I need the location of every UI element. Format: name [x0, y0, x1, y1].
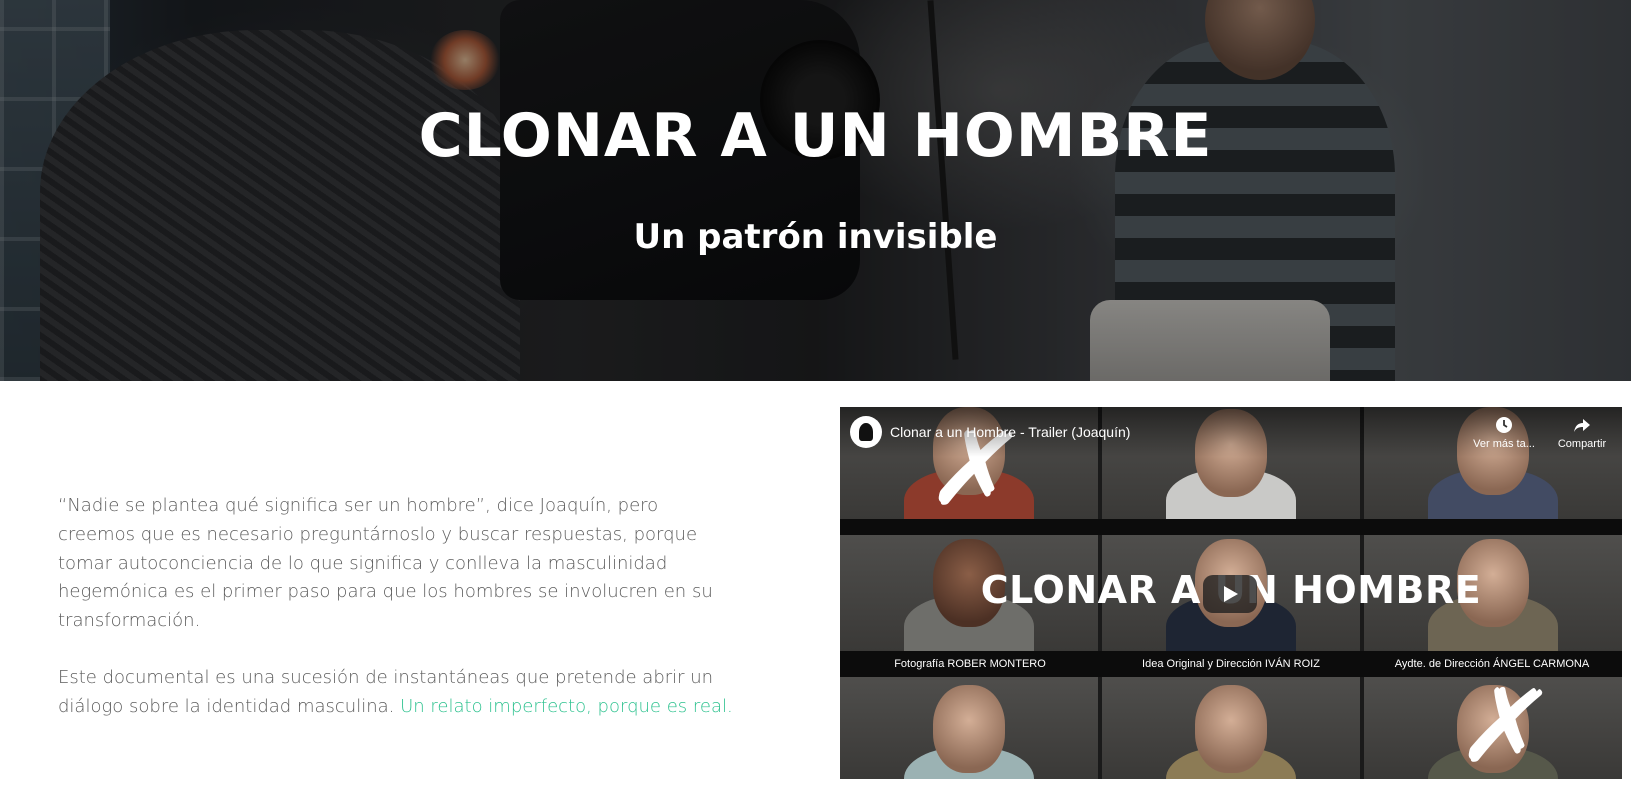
thumbnail-person-head	[933, 685, 1005, 773]
intro-text: “Nadie se plantea qué significa ser un h…	[58, 492, 738, 722]
share-arrow-icon	[1542, 416, 1622, 438]
page-title: CLONAR A UN HOMBRE	[418, 101, 1213, 171]
x-mark-icon: ✗	[1451, 657, 1561, 779]
video-credit: Idea Original y Dirección IVÁN ROIZ	[1142, 658, 1320, 670]
thumbnail-cell	[840, 677, 1098, 779]
channel-avatar[interactable]	[850, 416, 882, 448]
video-credit: Fotografía ROBER MONTERO	[894, 658, 1046, 670]
share-label: Compartir	[1557, 438, 1607, 450]
youtube-video-embed[interactable]: ✗ ✗ CLONAR A UN HOMBRE Fotografía ROBER …	[840, 407, 1622, 779]
watch-later-label: Ver más ta...	[1473, 438, 1535, 450]
intro-paragraph-1: “Nadie se plantea qué significa ser un h…	[58, 495, 713, 632]
video-title-link[interactable]: Clonar a un Hombre - Trailer (Joaquín)	[890, 423, 1130, 441]
share-button[interactable]: Compartir	[1542, 416, 1622, 450]
play-button[interactable]	[1203, 575, 1257, 613]
page-subtitle: Un patrón invisible	[633, 217, 998, 257]
hero-dark-overlay	[0, 0, 1631, 381]
clock-icon	[1464, 416, 1544, 438]
watch-later-button[interactable]: Ver más ta...	[1464, 416, 1544, 450]
hero-banner: CLONAR A UN HOMBRE Un patrón invisible	[0, 0, 1631, 381]
intro-highlight-link[interactable]: Un relato imperfecto, porque es real.	[400, 696, 733, 717]
intro-paragraph-2: Este documental es una sucesión de insta…	[58, 664, 738, 722]
thumbnail-person-head	[1195, 685, 1267, 773]
video-credit: Aydte. de Dirección ÁNGEL CARMONA	[1394, 658, 1590, 670]
thumbnail-cell	[1102, 677, 1360, 779]
